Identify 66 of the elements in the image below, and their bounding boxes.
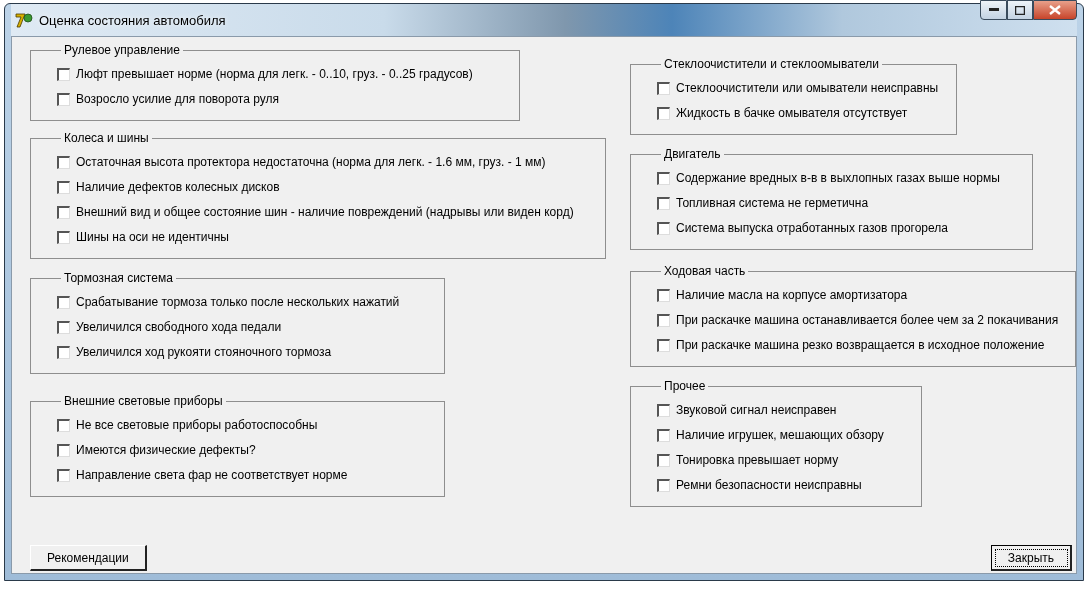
checkbox-option[interactable]: Система выпуска отработанных газов прогорела [657,221,1032,235]
checkbox[interactable] [57,230,70,244]
checkbox-option[interactable]: Увеличился ход рукояти стояночного тормоза [57,345,444,359]
checkbox[interactable] [57,67,70,81]
checkbox[interactable] [657,313,670,327]
checkbox-option[interactable]: Имеются физические дефекты? [57,443,444,457]
group-title: Ходовая часть [663,264,747,278]
checkbox[interactable] [657,171,670,185]
checkbox-option[interactable]: Внешний вид и общее состояние шин - наличие повреждений (надрывы или виден корд) [57,205,605,219]
checkbox-option[interactable]: Стеклоочистители или омыватели неисправны [657,81,956,95]
checkbox[interactable] [57,345,70,359]
checkbox-option[interactable]: Наличие дефектов колесных дисков [57,180,605,194]
checkbox-option[interactable]: Возросло усилие для поворота руля [57,92,519,106]
checkbox-option[interactable]: Срабатывание тормоза только после нескольких нажатий [57,295,444,309]
checkbox-option[interactable]: Тонировка превышает норму [657,453,921,467]
recommendations-button[interactable]: Рекомендации [30,545,147,571]
checkbox[interactable] [57,443,70,457]
checkbox[interactable] [657,453,670,467]
group-title: Рулевое управление [63,43,181,57]
checkbox[interactable] [57,92,70,106]
checkbox[interactable] [657,288,670,302]
maximize-button[interactable] [1007,0,1033,20]
checkbox-option[interactable]: Жидкость в бачке омывателя отсутствует [657,106,956,120]
checkbox-option[interactable]: Люфт превышает норме (норма для легк. - 0..10, груз. - 0..25 градусов) [57,67,519,81]
checkbox-option[interactable]: Увеличился свободного хода педали [57,320,444,334]
checkbox[interactable] [57,320,70,334]
checkbox-option[interactable]: Звуковой сигнал неисправен [657,403,921,417]
minimize-icon [988,8,999,12]
checkbox-option[interactable]: При раскачке машина останавливается более чем за 2 покачивания [657,313,1075,327]
app-icon [15,12,33,28]
close-dialog-button[interactable]: Закрыть [990,545,1072,571]
checkbox-option[interactable]: Наличие игрушек, мешающих обзору [657,428,921,442]
group-title: Стеклоочистители и стеклоомыватели [663,57,880,71]
group-title: Прочее [663,379,707,393]
checkbox-option[interactable]: Топливная система не герметична [657,196,1032,210]
checkbox[interactable] [657,403,670,417]
group-title: Внешние световые приборы [63,394,224,408]
checkbox[interactable] [657,428,670,442]
checkbox[interactable] [657,221,670,235]
checkbox-option[interactable]: Ремни безопасности неисправны [657,478,921,492]
checkbox[interactable] [657,106,670,120]
window-title: Оценка состояния автомобиля [39,12,226,28]
checkbox[interactable] [57,155,70,169]
checkbox[interactable] [57,418,70,432]
minimize-button[interactable] [980,0,1007,20]
group-title: Двигатель [663,147,722,161]
checkbox-option[interactable]: Направление света фар не соответствует норме [57,468,444,482]
group-title: Тормозная система [63,271,174,285]
close-icon [1049,5,1061,15]
checkbox[interactable] [57,180,70,194]
checkbox-option[interactable]: При раскачке машина резко возвращается в исходное положение [657,338,1075,352]
checkbox[interactable] [657,81,670,95]
checkbox-option[interactable]: Остаточная высота протектора недостаточна (норма для легк. - 1.6 мм, груз. - 1 мм) [57,155,605,169]
close-button[interactable] [1033,0,1077,20]
group-title: Колеса и шины [63,131,150,145]
checkbox-option[interactable]: Не все световые приборы работоспособны [57,418,444,432]
checkbox-option[interactable]: Содержание вредных в-в в выхлопных газах выше нормы [657,171,1032,185]
checkbox[interactable] [657,478,670,492]
checkbox[interactable] [57,468,70,482]
checkbox[interactable] [657,196,670,210]
maximize-icon [1015,5,1025,15]
checkbox[interactable] [57,205,70,219]
checkbox[interactable] [657,338,670,352]
checkbox-option[interactable]: Наличие масла на корпусе амортизатора [657,288,1075,302]
checkbox[interactable] [57,295,70,309]
checkbox-option[interactable]: Шины на оси не идентичны [57,230,605,244]
